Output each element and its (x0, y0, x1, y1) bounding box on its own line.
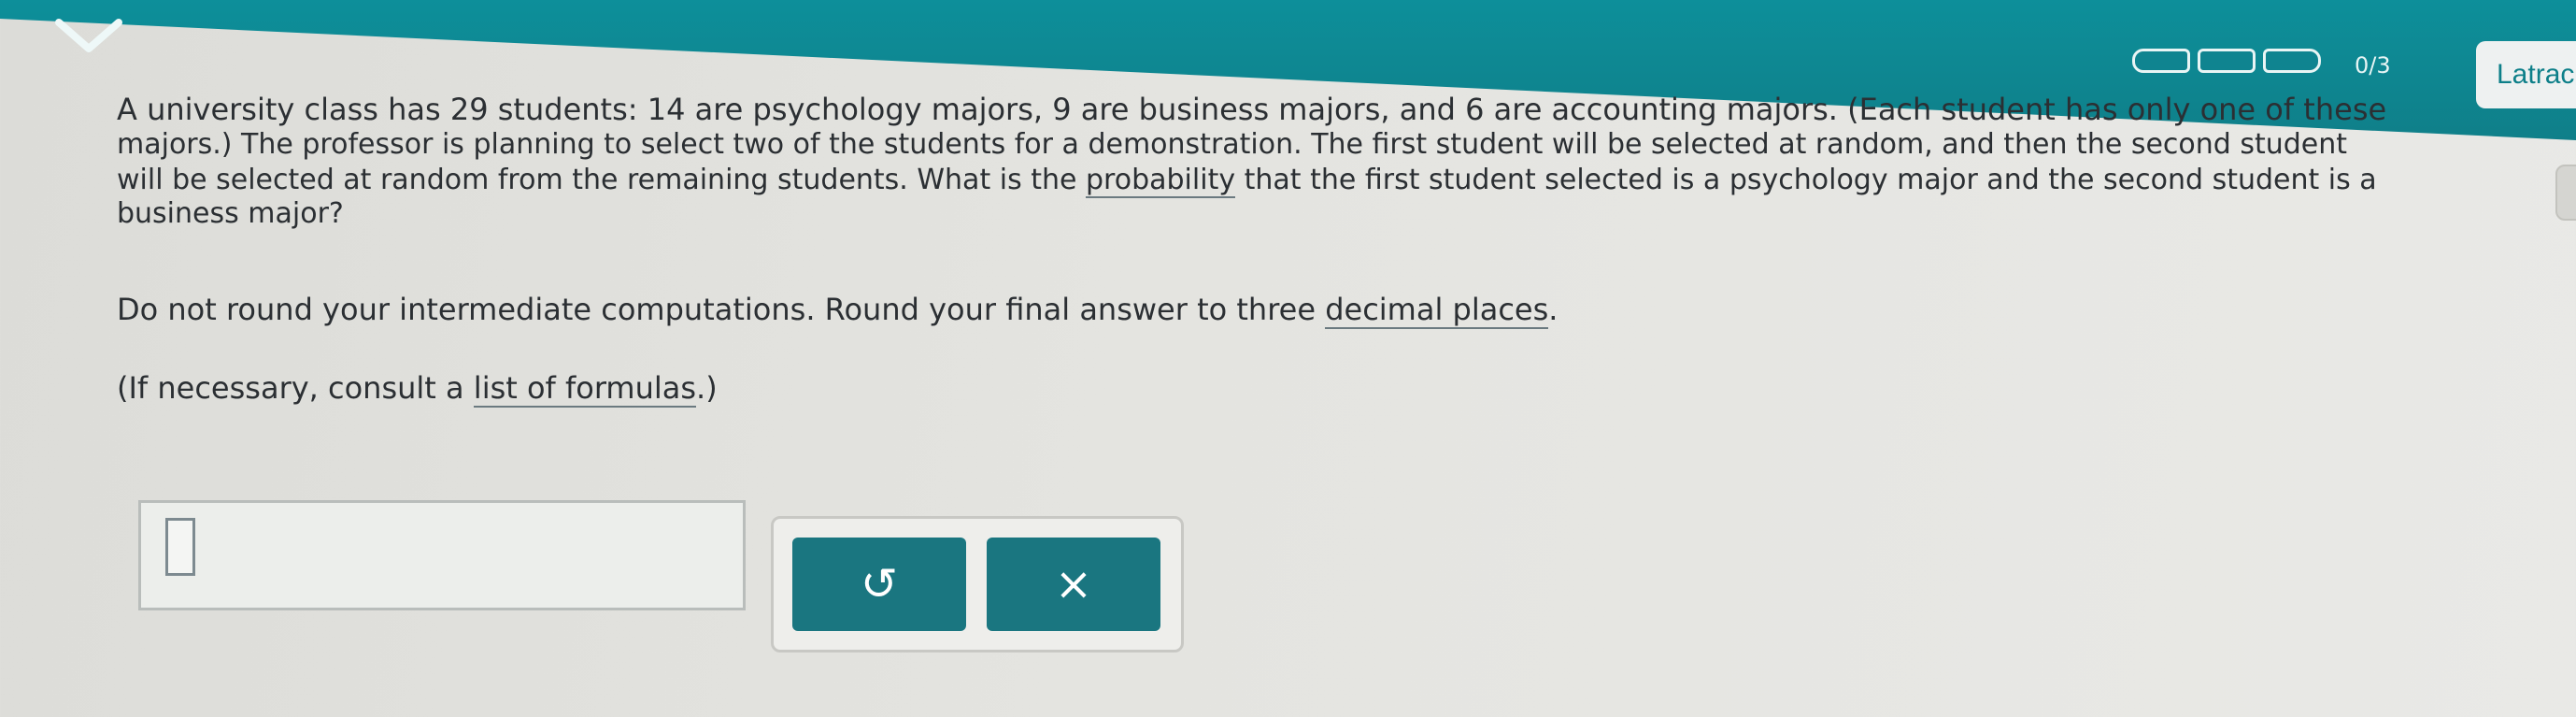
progress-segment (2132, 49, 2190, 73)
chevron-down-icon[interactable] (51, 13, 126, 60)
question-line-part: that the first student selected is a psy… (1235, 164, 2377, 196)
progress-segment (2263, 49, 2321, 73)
question-line: will be selected at random from the rema… (117, 163, 2377, 198)
instruction-text: Do not round your intermediate computati… (117, 292, 1558, 329)
decimal-places-link[interactable]: decimal places (1325, 292, 1549, 329)
probability-link[interactable]: probability (1086, 164, 1236, 198)
formulas-part: (If necessary, consult a (117, 370, 474, 406)
formulas-text: (If necessary, consult a list of formula… (117, 370, 718, 408)
list-of-formulas-link[interactable]: list of formulas (473, 370, 697, 408)
language-button[interactable]: Latrac (2476, 41, 2576, 108)
question-line: majors.) The professor is planning to se… (117, 128, 2348, 161)
progress-text: 0/3 (2355, 52, 2391, 79)
clear-button[interactable]: × (987, 538, 1160, 631)
question-line: A university class has 29 students: 14 a… (117, 92, 2387, 127)
question-line-part: will be selected at random from the rema… (117, 164, 1087, 196)
side-tab[interactable] (2555, 165, 2576, 221)
progress-bar (2132, 49, 2321, 73)
question-line: business major? (117, 197, 344, 230)
undo-icon: ↺ (860, 558, 899, 610)
close-icon: × (1054, 558, 1093, 610)
undo-button[interactable]: ↺ (792, 538, 966, 631)
instruction-part: . (1548, 292, 1558, 327)
progress-segment (2198, 49, 2256, 73)
instruction-part: Do not round your intermediate computati… (117, 292, 1326, 327)
answer-input[interactable] (138, 500, 746, 610)
tool-panel: ↺ × (771, 516, 1184, 652)
input-cursor (165, 518, 195, 576)
formulas-part: .) (696, 370, 718, 406)
